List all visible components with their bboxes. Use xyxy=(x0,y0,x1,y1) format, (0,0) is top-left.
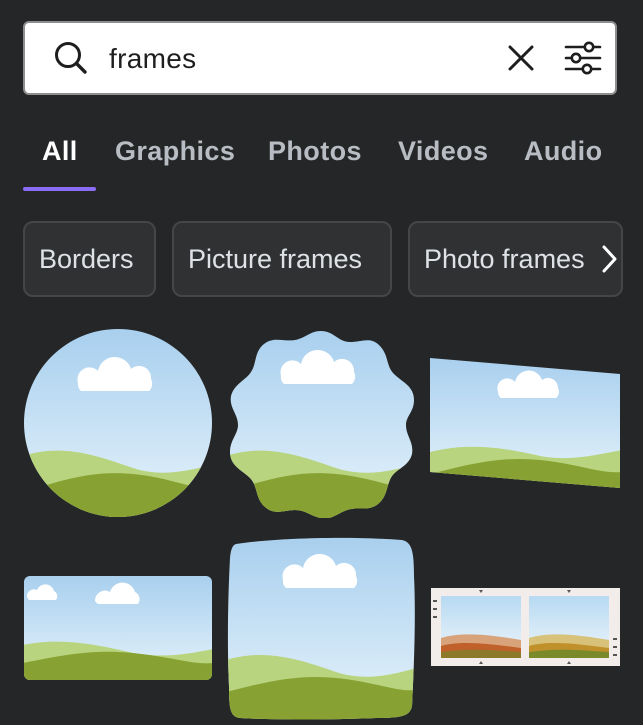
tab-videos[interactable]: Videos xyxy=(398,134,488,168)
circle-frame[interactable] xyxy=(23,328,213,523)
search-icon xyxy=(51,23,91,93)
scalloped-frame[interactable] xyxy=(226,328,416,523)
tab-photos[interactable]: Photos xyxy=(268,134,362,168)
search-bar[interactable]: frames xyxy=(23,21,617,95)
chip-borders[interactable]: Borders xyxy=(23,221,156,297)
chip-picture-frames[interactable]: Picture frames xyxy=(172,221,392,297)
tab-all[interactable]: All xyxy=(42,134,78,168)
skewed-frame[interactable] xyxy=(430,356,622,495)
filter-icon[interactable] xyxy=(563,23,603,93)
tab-audio[interactable]: Audio xyxy=(524,134,602,168)
tab-graphics[interactable]: Graphics xyxy=(115,134,235,168)
rough-square-frame[interactable] xyxy=(226,536,416,725)
category-tabs: All Graphics Photos Videos Audio xyxy=(23,130,623,191)
suggestion-chips: Borders Picture frames Photo frames xyxy=(23,221,623,299)
active-tab-indicator xyxy=(23,187,96,191)
search-input[interactable]: frames xyxy=(109,41,196,77)
close-icon[interactable] xyxy=(505,23,537,93)
chip-photo-frames[interactable]: Photo frames xyxy=(408,221,623,297)
rounded-rect-frame[interactable] xyxy=(23,575,213,686)
film-strip-frame[interactable] xyxy=(431,588,620,671)
chevron-right-icon[interactable] xyxy=(595,221,623,297)
